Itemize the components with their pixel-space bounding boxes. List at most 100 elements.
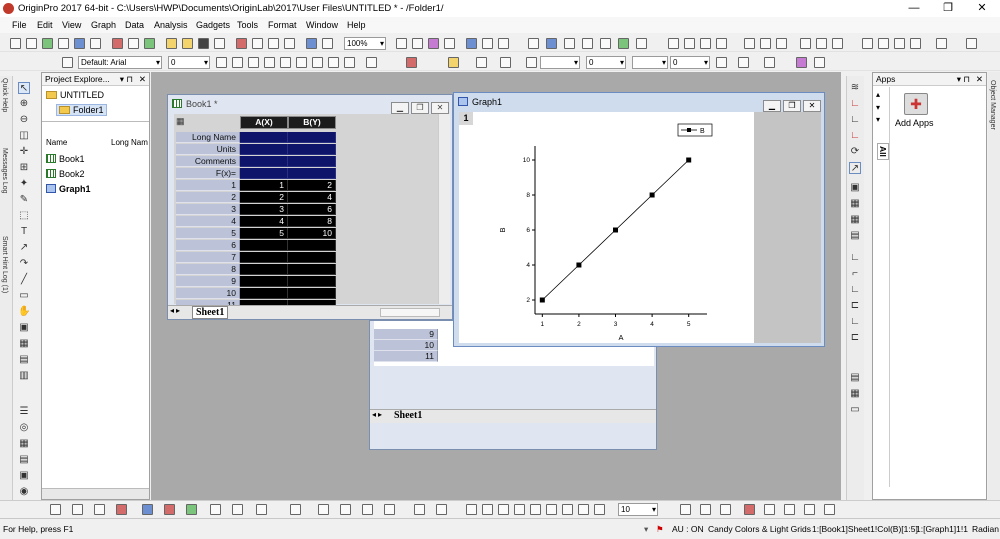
tree-folder[interactable]: Folder1	[56, 104, 107, 116]
camera-icon[interactable]: ◉	[18, 486, 30, 498]
horizontal-scrollbar[interactable]	[42, 488, 149, 499]
line-tool-icon[interactable]: ╱	[18, 274, 30, 286]
bottom-size-combo[interactable]: 10	[618, 503, 658, 516]
table-cell[interactable]: 10	[288, 228, 336, 239]
line-color-icon[interactable]	[476, 57, 487, 68]
pattern-icon[interactable]	[716, 57, 727, 68]
column-stats-icon[interactable]	[684, 38, 695, 49]
fill-color-icon[interactable]	[448, 57, 459, 68]
table-cell[interactable]	[240, 264, 288, 275]
line-symbol-icon[interactable]	[94, 504, 105, 515]
table-cell[interactable]: 6	[288, 204, 336, 215]
table-cell[interactable]: 2	[288, 180, 336, 191]
graph1-window[interactable]: Graph1 ▁ ❐ ✕ 1 1 2 3 4 5 2 4 6 8 10 A B B	[453, 92, 825, 347]
axis-left-icon[interactable]: ⊏	[849, 300, 861, 312]
superscript-icon[interactable]	[264, 57, 275, 68]
axis-break-icon[interactable]: ∟	[849, 252, 861, 264]
new-function-icon[interactable]	[74, 38, 85, 49]
table-cell[interactable]	[288, 276, 336, 287]
apps-tab-all[interactable]: All	[877, 143, 889, 160]
set-error-icon[interactable]	[910, 38, 921, 49]
graph1-close-button[interactable]: ✕	[803, 100, 821, 112]
book2-row-label[interactable]: 11	[374, 351, 438, 362]
zoom-combo[interactable]: 100%	[344, 37, 386, 50]
align-icon[interactable]	[344, 57, 355, 68]
text-tool-icon[interactable]: T	[18, 226, 30, 238]
mask-range-icon[interactable]	[700, 504, 711, 515]
axis-icon[interactable]: ∟	[849, 98, 861, 110]
mask-toggle-icon[interactable]	[824, 504, 835, 515]
row-number[interactable]: 8	[176, 264, 240, 275]
header-row-label[interactable]: Long Name	[176, 132, 240, 143]
rescale-icon[interactable]	[618, 38, 629, 49]
wrap-icon[interactable]	[814, 57, 825, 68]
symbol-combo[interactable]	[632, 56, 668, 69]
underline-icon[interactable]	[248, 57, 259, 68]
axis3-icon[interactable]: ∟	[849, 130, 861, 142]
italic-icon[interactable]	[232, 57, 243, 68]
script-window-icon[interactable]	[498, 38, 509, 49]
graph1-restore-button[interactable]: ❐	[783, 100, 801, 112]
clear-filter-icon[interactable]	[816, 38, 827, 49]
table-cell[interactable]: 4	[288, 192, 336, 203]
list-item-book1[interactable]: Book1	[46, 154, 85, 164]
quick-help-tab[interactable]: Quick Help	[1, 78, 8, 112]
menu-tools[interactable]: Tools	[237, 20, 258, 30]
menu-window[interactable]: Window	[306, 20, 338, 30]
row-number[interactable]: 7	[176, 252, 240, 263]
book2-row-label[interactable]: 10	[374, 340, 438, 351]
statistics-icon[interactable]	[164, 504, 175, 515]
long-name-column-header[interactable]: Long Nam	[111, 138, 148, 147]
decrease-font-icon[interactable]	[328, 57, 339, 68]
align-bottom-icon[interactable]	[514, 504, 525, 515]
contour-icon[interactable]	[210, 504, 221, 515]
name-column-header[interactable]: Name	[46, 138, 67, 147]
status-angle-unit[interactable]: Radian	[972, 524, 999, 534]
extract-layer-icon[interactable]: ▤	[849, 230, 861, 242]
3d-plot-icon[interactable]	[232, 504, 243, 515]
screen-reader-tool-icon[interactable]: ⊞	[18, 162, 30, 174]
table-cell[interactable]: 1	[240, 180, 288, 191]
set-y-icon[interactable]	[878, 38, 889, 49]
menu-analysis[interactable]: Analysis	[154, 20, 188, 30]
scatter-plot-icon[interactable]	[72, 504, 83, 515]
print-icon[interactable]	[396, 38, 407, 49]
new-graph-icon[interactable]	[42, 38, 53, 49]
close-panel-icon[interactable]: ✕	[139, 73, 146, 86]
mask-color-icon[interactable]	[744, 504, 755, 515]
menu-edit[interactable]: Edit	[37, 20, 53, 30]
layer-icon[interactable]	[318, 504, 329, 515]
multi-panel-icon[interactable]	[142, 504, 153, 515]
template-icon[interactable]	[256, 504, 267, 515]
vertical-scrollbar[interactable]	[438, 114, 450, 304]
arrow-tool-icon[interactable]: ↗	[18, 242, 30, 254]
column-plot-icon[interactable]	[744, 38, 755, 49]
column-header-a[interactable]: A(X)	[240, 116, 288, 129]
table-cell[interactable]	[288, 264, 336, 275]
excel-tool-icon[interactable]: ▣	[18, 470, 30, 482]
stack-bar-icon[interactable]	[776, 38, 787, 49]
line-width-combo[interactable]: 0	[586, 56, 626, 69]
book1-window[interactable]: Book1 * ▁ ❐ ✕ ▦ A(X) B(Y) Long Name Units Co…	[167, 94, 453, 320]
x-error-icon[interactable]	[936, 38, 947, 49]
menu-help[interactable]: Help	[347, 20, 366, 30]
matrix-tool-icon[interactable]: ▦	[18, 438, 30, 450]
axis-right-icon[interactable]: ∟	[849, 284, 861, 296]
group-icon[interactable]	[966, 38, 977, 49]
row-number[interactable]: 4	[176, 216, 240, 227]
duplicate-icon[interactable]	[428, 38, 439, 49]
layout-icon[interactable]: ☰	[18, 406, 30, 418]
row-number[interactable]: 6	[176, 240, 240, 251]
status-autoupdate[interactable]: AU : ON	[672, 524, 704, 534]
open-folder-icon[interactable]	[166, 38, 177, 49]
draw-data-icon[interactable]: ✎	[18, 194, 30, 206]
new-project-icon[interactable]	[10, 38, 21, 49]
waterfall-icon[interactable]: ≋	[849, 82, 861, 94]
filter-icon[interactable]	[800, 38, 811, 49]
add-text-icon[interactable]	[564, 38, 575, 49]
book1-close-button[interactable]: ✕	[431, 102, 449, 114]
subscript-icon[interactable]	[280, 57, 291, 68]
header-cell[interactable]	[240, 132, 288, 143]
table-cell[interactable]: 2	[240, 192, 288, 203]
minimize-window-button[interactable]: —	[902, 1, 926, 15]
